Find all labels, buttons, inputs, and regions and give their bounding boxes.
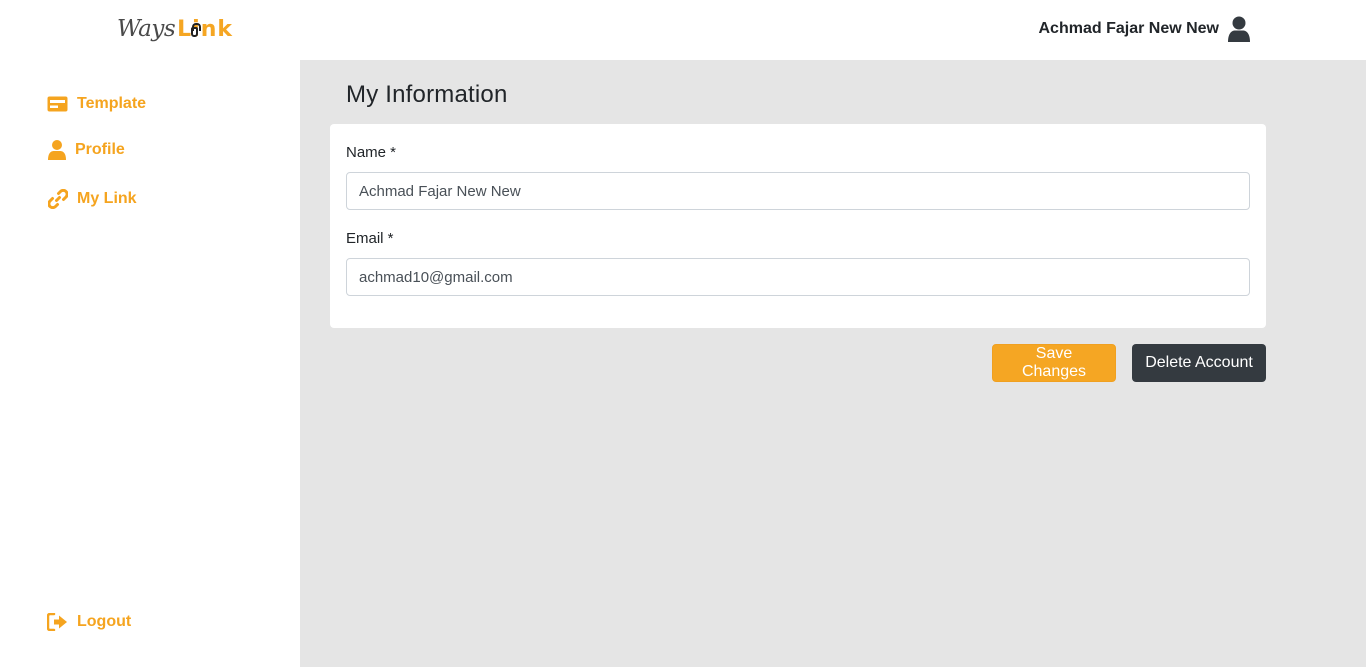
delete-account-button[interactable]: Delete Account xyxy=(1132,344,1266,382)
page-title: My Information xyxy=(346,81,508,108)
sidebar-item-label: My Link xyxy=(77,190,137,207)
lock-icon xyxy=(191,23,202,37)
credit-card-icon xyxy=(47,94,68,114)
name-input[interactable] xyxy=(346,172,1250,210)
email-label: Email * xyxy=(346,230,394,247)
link-icon xyxy=(47,189,68,209)
sidebar: Template Profile My Link Logout xyxy=(0,60,300,667)
sign-out-icon xyxy=(47,612,68,632)
user-icon xyxy=(47,140,66,160)
information-card: Name * Email * xyxy=(330,124,1266,328)
name-label: Name * xyxy=(346,144,397,161)
sidebar-item-profile[interactable]: Profile xyxy=(47,140,125,160)
sidebar-item-my-link[interactable]: My Link xyxy=(47,189,137,209)
logo-text-link: Link xyxy=(177,17,234,42)
user-avatar-icon xyxy=(1228,16,1250,42)
brand-logo[interactable]: Ways Link xyxy=(117,16,233,48)
sidebar-item-label: Profile xyxy=(75,141,125,158)
app-page: Ways Link Achmad Fajar New New Template xyxy=(0,0,1366,667)
sidebar-item-logout[interactable]: Logout xyxy=(47,612,131,632)
sidebar-item-label: Logout xyxy=(77,613,132,630)
logo-text-ways: Ways xyxy=(117,16,176,42)
save-changes-button[interactable]: Save Changes xyxy=(992,344,1116,382)
user-name: Achmad Fajar New New xyxy=(1038,20,1220,37)
main-content: My Information Name * Email * Save Chang… xyxy=(300,60,1366,667)
sidebar-item-label: Template xyxy=(77,95,147,112)
sidebar-item-template[interactable]: Template xyxy=(47,94,146,114)
email-input[interactable] xyxy=(346,258,1250,296)
user-menu[interactable]: Achmad Fajar New New xyxy=(1039,16,1252,42)
